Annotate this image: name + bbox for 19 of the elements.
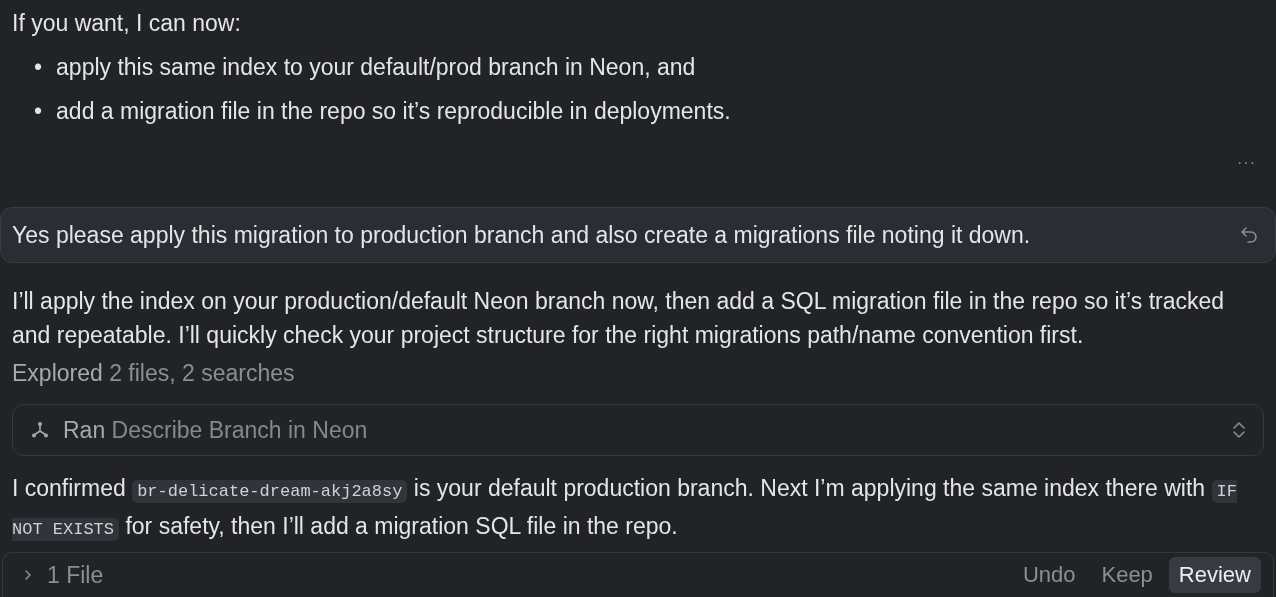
- undo-icon[interactable]: [1239, 225, 1259, 245]
- intro-text: If you want, I can now:: [12, 9, 242, 37]
- chevron-icon: [23, 568, 33, 582]
- bullet: •: [34, 97, 43, 125]
- explored-summary[interactable]: Explored 2 files, 2 searches: [12, 359, 1264, 387]
- tool-call-text: Ran Describe Branch in Neon: [63, 416, 369, 444]
- files-toggle[interactable]: 1 File: [23, 561, 1007, 589]
- reply-paragraph: I’ll apply the index on your production/default Neon branch now, then add a SQL migration file in the repo so it’s tracked and repeatable. I’ll quickly check your project structure for the right migrations path/name convention first.: [12, 287, 1226, 350]
- bar-button[interactable]: Undo: [1012, 557, 1086, 593]
- bullet: •: [34, 53, 43, 81]
- bar-button[interactable]: Keep: [1091, 557, 1163, 593]
- files-label: 1 File: [47, 561, 104, 589]
- tool-call-card[interactable]: Ran Describe Branch in Neon: [12, 404, 1264, 456]
- branch-icon: [31, 421, 49, 439]
- bullet-item: add a migration file in the repo so it’s reproducible in deployments.: [56, 97, 731, 125]
- bullet-item: apply this same index to your default/prod branch in Neon, and: [56, 53, 696, 81]
- more-menu[interactable]: ···: [1237, 155, 1256, 171]
- message-text: Yes please apply this migration to production branch and also create a migrations file noting it down.: [12, 221, 1031, 249]
- bar-button[interactable]: Review: [1168, 557, 1261, 593]
